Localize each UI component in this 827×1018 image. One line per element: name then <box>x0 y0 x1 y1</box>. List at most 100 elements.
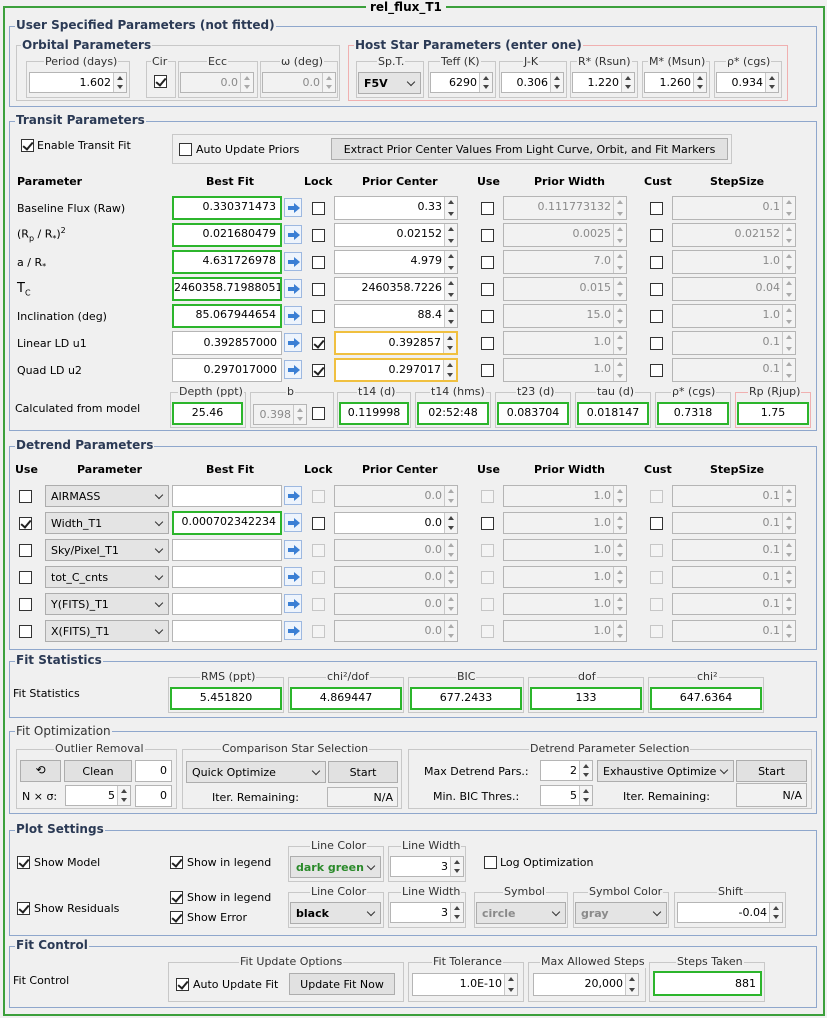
detrend-stepsize-input[interactable]: 0.1 <box>672 566 796 588</box>
symbol-color-select[interactable]: gray <box>575 902 667 924</box>
comp-start-button[interactable]: Start <box>328 761 398 783</box>
lock-checkbox[interactable] <box>312 364 325 377</box>
use-prior-checkbox[interactable] <box>481 310 494 323</box>
lock-checkbox[interactable] <box>312 202 325 215</box>
spt-select[interactable]: F5V <box>358 72 421 94</box>
show-residuals-checkbox[interactable] <box>17 902 30 915</box>
cust-checkbox[interactable] <box>650 256 663 269</box>
b-checkbox[interactable] <box>312 407 325 420</box>
copy-to-prior-icon[interactable] <box>284 594 302 613</box>
detrend-cust-checkbox[interactable] <box>650 598 663 611</box>
detrend-use-checkbox[interactable] <box>19 544 32 557</box>
show-model-checkbox[interactable] <box>17 856 30 869</box>
prior-center-input[interactable]: 2460358.7226 <box>334 277 458 301</box>
rho-input[interactable]: 0.934 <box>716 72 779 93</box>
prior-center-input[interactable]: 0.33 <box>334 196 458 220</box>
model-legend-checkbox[interactable] <box>170 856 183 869</box>
prior-width-input[interactable]: 0.0025 <box>503 223 627 247</box>
use-prior-checkbox[interactable] <box>481 256 494 269</box>
prior-width-input[interactable]: 0.111773132 <box>503 196 627 220</box>
period-input[interactable]: 1.602 <box>29 72 127 93</box>
prior-width-input[interactable]: 1.0 <box>503 331 627 355</box>
lock-checkbox[interactable] <box>312 283 325 296</box>
prior-width-input[interactable]: 7.0 <box>503 250 627 274</box>
nsigma-input[interactable]: 5 <box>65 785 131 806</box>
stepsize-input[interactable]: 0.1 <box>672 331 796 355</box>
detrend-use-prior-checkbox[interactable] <box>481 598 494 611</box>
detrend-cust-checkbox[interactable] <box>650 571 663 584</box>
prior-center-input[interactable]: 0.392857 <box>334 331 458 355</box>
prior-center-input[interactable]: 88.4 <box>334 304 458 328</box>
show-error-checkbox[interactable] <box>170 911 183 924</box>
teff-input[interactable]: 6290 <box>430 72 493 93</box>
extract-prior-button[interactable]: Extract Prior Center Values From Light C… <box>331 138 728 160</box>
detrend-param-select[interactable]: Width_T1 <box>45 512 169 534</box>
detrend-lock-checkbox[interactable] <box>312 544 325 557</box>
lock-checkbox[interactable] <box>312 310 325 323</box>
copy-to-prior-icon[interactable] <box>284 279 302 298</box>
prior-width-input[interactable]: 15.0 <box>503 304 627 328</box>
comp-optimize-select[interactable]: Quick Optimize <box>186 761 326 783</box>
model-width-input[interactable]: 3 <box>390 856 464 877</box>
detrend-param-select[interactable]: Y(FITS)_T1 <box>45 593 169 615</box>
cust-checkbox[interactable] <box>650 364 663 377</box>
copy-to-prior-icon[interactable] <box>284 621 302 640</box>
log-optimization-checkbox[interactable] <box>484 856 497 869</box>
resid-width-input[interactable]: 3 <box>390 902 464 923</box>
copy-to-prior-icon[interactable] <box>284 252 302 271</box>
shift-input[interactable]: -0.04 <box>677 902 783 923</box>
detrend-prior-center-input[interactable]: 0.0 <box>334 485 458 507</box>
enable-transit-checkbox[interactable] <box>21 139 34 152</box>
copy-to-prior-icon[interactable] <box>284 513 302 532</box>
detrend-lock-checkbox[interactable] <box>312 625 325 638</box>
detrend-cust-checkbox[interactable] <box>650 490 663 503</box>
detrend-use-checkbox[interactable] <box>19 490 32 503</box>
copy-to-prior-icon[interactable] <box>284 306 302 325</box>
prior-width-input[interactable]: 1.0 <box>503 358 627 382</box>
jk-input[interactable]: 0.306 <box>501 72 564 93</box>
detrend-lock-checkbox[interactable] <box>312 490 325 503</box>
copy-to-prior-icon[interactable] <box>284 198 302 217</box>
update-fit-now-button[interactable]: Update Fit Now <box>289 973 395 995</box>
detrend-prior-center-input[interactable]: 0.0 <box>334 539 458 561</box>
copy-to-prior-icon[interactable] <box>284 333 302 352</box>
undo-icon[interactable]: ⟲ <box>20 760 61 782</box>
detrend-cust-checkbox[interactable] <box>650 517 663 530</box>
detrend-lock-checkbox[interactable] <box>312 571 325 584</box>
stepsize-input[interactable]: 1.0 <box>672 304 796 328</box>
detrend-start-button[interactable]: Start <box>736 760 807 782</box>
mstar-input[interactable]: 1.260 <box>644 72 707 93</box>
detrend-prior-center-input[interactable]: 0.0 <box>334 620 458 642</box>
detrend-prior-width-input[interactable]: 1.0 <box>503 485 627 507</box>
detrend-param-select[interactable]: Sky/Pixel_T1 <box>45 539 169 561</box>
detrend-lock-checkbox[interactable] <box>312 598 325 611</box>
cust-checkbox[interactable] <box>650 202 663 215</box>
detrend-use-prior-checkbox[interactable] <box>481 490 494 503</box>
prior-center-input[interactable]: 4.979 <box>334 250 458 274</box>
copy-to-prior-icon[interactable] <box>284 567 302 586</box>
detrend-prior-width-input[interactable]: 1.0 <box>503 512 627 534</box>
prior-center-input[interactable]: 0.297017 <box>334 358 458 382</box>
detrend-cust-checkbox[interactable] <box>650 544 663 557</box>
resid-color-select[interactable]: black <box>290 902 381 924</box>
detrend-use-prior-checkbox[interactable] <box>481 517 494 530</box>
lock-checkbox[interactable] <box>312 337 325 350</box>
copy-to-prior-icon[interactable] <box>284 225 302 244</box>
residual-legend-checkbox[interactable] <box>170 891 183 904</box>
use-prior-checkbox[interactable] <box>481 337 494 350</box>
detrend-stepsize-input[interactable]: 0.1 <box>672 593 796 615</box>
cust-checkbox[interactable] <box>650 283 663 296</box>
detrend-prior-width-input[interactable]: 1.0 <box>503 620 627 642</box>
cust-checkbox[interactable] <box>650 229 663 242</box>
max-detrend-input[interactable]: 2 <box>540 760 593 781</box>
detrend-use-checkbox[interactable] <box>19 625 32 638</box>
tolerance-input[interactable]: 1.0E-10 <box>412 973 518 996</box>
stepsize-input[interactable]: 0.02152 <box>672 223 796 247</box>
lock-checkbox[interactable] <box>312 256 325 269</box>
detrend-use-prior-checkbox[interactable] <box>481 544 494 557</box>
stepsize-input[interactable]: 1.0 <box>672 250 796 274</box>
detrend-stepsize-input[interactable]: 0.1 <box>672 539 796 561</box>
prior-center-input[interactable]: 0.02152 <box>334 223 458 247</box>
cust-checkbox[interactable] <box>650 337 663 350</box>
max-steps-input[interactable]: 20,000 <box>533 973 639 996</box>
